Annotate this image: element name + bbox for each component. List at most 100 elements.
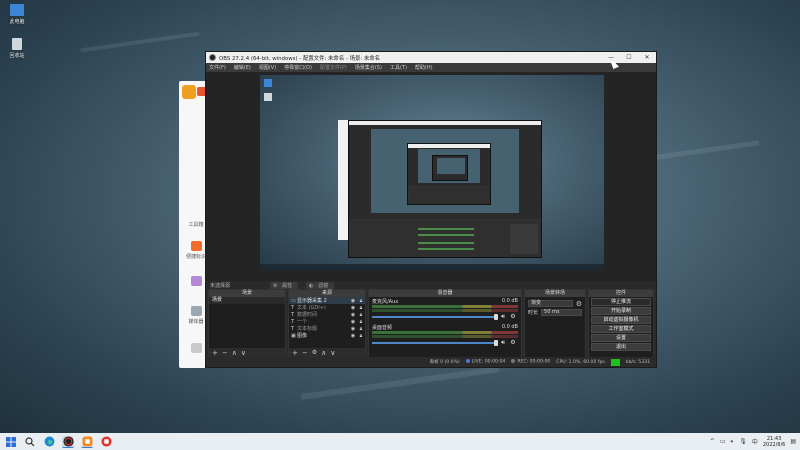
no-source-selected-label: 未选择源: [210, 282, 231, 289]
remove-scene-button[interactable]: −: [222, 349, 228, 357]
rec-indicator-icon: [511, 359, 516, 364]
gear-icon[interactable]: ⚙: [508, 313, 518, 320]
live-time-status: LIVE: 00:00:04: [471, 359, 506, 365]
menu-scene-collection[interactable]: 场景集合(S): [355, 64, 382, 71]
settings-button[interactable]: 设置: [591, 334, 651, 342]
obs-icon[interactable]: [62, 435, 74, 448]
minimize-button[interactable]: —: [602, 54, 620, 61]
desktop-icon-recycle-bin[interactable]: 回收站: [4, 38, 30, 59]
menu-tools[interactable]: 工具(T): [390, 64, 407, 71]
mixer-dock: 混音器 麦克风/Aux 0.0 dB 🔊︎ ⚙ 桌面音频 0.0 dB 🔊︎ ⚙: [368, 289, 522, 358]
obs-titlebar[interactable]: OBS 27.2.4 (64-bit, windows) - 配置文件: 未命名…: [206, 52, 656, 63]
volume-slider-knob[interactable]: [494, 339, 498, 346]
network-icon[interactable]: ▭: [720, 438, 726, 445]
notifications-icon[interactable]: ▤: [790, 438, 796, 445]
app-orange-icon[interactable]: [81, 436, 93, 448]
obs-window[interactable]: OBS 27.2.4 (64-bit, windows) - 配置文件: 未命名…: [205, 51, 657, 368]
exit-button[interactable]: 退出: [591, 343, 651, 351]
lock-icon[interactable]: 🔒︎: [357, 326, 365, 332]
visibility-eye-icon[interactable]: ◉: [349, 333, 357, 339]
remove-source-button[interactable]: −: [302, 349, 308, 357]
ime-indicator[interactable]: 中: [752, 437, 758, 446]
live-indicator-icon: [465, 359, 470, 364]
menu-view[interactable]: 视图(V): [259, 64, 276, 71]
photo-icon: [190, 276, 202, 286]
scene-down-button[interactable]: ∨: [241, 349, 246, 357]
source-name: 文本 (GDI+): [297, 305, 326, 311]
scene-item[interactable]: 场景: [209, 297, 285, 304]
volume-slider[interactable]: [372, 339, 498, 346]
source-settings-button[interactable]: ⚙: [312, 349, 317, 356]
menu-docks[interactable]: 停靠窗口(D): [284, 64, 312, 71]
start-icon[interactable]: [5, 436, 17, 448]
media-icon: [190, 306, 202, 316]
duration-input[interactable]: 50 ms: [541, 309, 582, 316]
speaker-icon[interactable]: 🔊︎: [498, 339, 508, 347]
add-scene-button[interactable]: +: [212, 349, 218, 357]
close-button[interactable]: ✕: [638, 54, 656, 61]
tray-overflow-chevron-icon[interactable]: ^: [710, 438, 715, 445]
filters-button[interactable]: ◐ 滤镜: [306, 281, 335, 289]
search-icon[interactable]: [24, 436, 36, 448]
transition-type-select[interactable]: 渐变: [528, 300, 573, 307]
channel-db: 0.0 dB: [501, 298, 518, 304]
transition-settings-gear-icon[interactable]: ⚙: [576, 300, 582, 308]
stop-streaming-button[interactable]: 停止推流: [591, 298, 651, 306]
visibility-eye-icon[interactable]: ◉: [349, 319, 357, 325]
docks-row: 场景 场景 + − ∧ ∨ 来源 ▭ 显示器采集 2 ◉ 🔒︎ T 文本 (GDI+) ◉…: [206, 289, 656, 358]
source-item[interactable]: T 数据时间 ◉ 🔒︎: [289, 311, 365, 319]
transitions-dock-title: 场景转场: [525, 290, 585, 297]
source-down-button[interactable]: ∨: [330, 349, 335, 357]
duration-label: 时长: [528, 310, 539, 316]
properties-button[interactable]: ⚙ 属性: [270, 281, 299, 289]
add-source-button[interactable]: +: [292, 349, 298, 357]
lock-icon[interactable]: 🔒︎: [357, 312, 365, 318]
volume-icon[interactable]: 🔈︎: [731, 438, 735, 446]
visibility-eye-icon[interactable]: ◉: [349, 305, 357, 311]
recycle-bin-icon: [12, 38, 22, 50]
start-virtual-camera-button[interactable]: 启动虚拟摄像机: [591, 316, 651, 324]
studio-mode-button[interactable]: 工作室模式: [591, 325, 651, 333]
volume-slider[interactable]: [372, 313, 498, 320]
desktop-icon-this-pc[interactable]: 此电脑: [4, 4, 30, 25]
source-item[interactable]: ▣ 图像 ◉ 🔒︎: [289, 332, 365, 340]
preview-canvas[interactable]: [260, 75, 604, 270]
app-red-icon[interactable]: [100, 436, 112, 448]
desktop-icon-label: 回收站: [9, 53, 25, 59]
transitions-dock: 场景转场 渐变 ⚙ 时长 50 ms: [524, 289, 586, 358]
source-name: 数据时间: [297, 312, 318, 318]
lock-icon[interactable]: 🔒︎: [357, 319, 365, 325]
start-recording-button[interactable]: 开始录制: [591, 307, 651, 315]
source-item[interactable]: ▭ 显示器采集 2 ◉ 🔒︎: [289, 297, 365, 304]
scene-up-button[interactable]: ∧: [232, 349, 237, 357]
source-item[interactable]: T 一个 ◉ 🔒︎: [289, 318, 365, 326]
menu-edit[interactable]: 编辑(E): [234, 64, 251, 71]
visibility-eye-icon[interactable]: ◉: [349, 312, 357, 318]
menu-file[interactable]: 文件(F): [209, 64, 226, 71]
menu-profile[interactable]: 配置文件(P): [320, 64, 347, 71]
menu-help[interactable]: 帮助(H): [415, 64, 433, 71]
mixer-channel-desktop: 桌面音频 0.0 dB 🔊︎ ⚙: [369, 323, 521, 347]
microphone-icon[interactable]: 🎙︎: [739, 438, 747, 445]
lock-icon[interactable]: 🔒︎: [357, 305, 365, 311]
source-item[interactable]: T 文本标题 ◉ 🔒︎: [289, 325, 365, 333]
clock[interactable]: 21:43 2022/8/6: [763, 436, 785, 448]
source-up-button[interactable]: ∧: [321, 349, 326, 357]
scenes-dock: 场景 场景 + − ∧ ∨: [208, 289, 286, 358]
lock-icon[interactable]: 🔒︎: [357, 333, 365, 339]
volume-slider-knob[interactable]: [494, 313, 498, 320]
visibility-eye-icon[interactable]: ◉: [349, 326, 357, 332]
lock-icon[interactable]: 🔒︎: [357, 298, 365, 304]
filters-button-label: 滤镜: [315, 282, 332, 289]
edge-icon[interactable]: [43, 436, 55, 448]
gear-icon[interactable]: ⚙: [508, 339, 518, 346]
source-name: 显示器采集 2: [297, 298, 327, 304]
channel-db: 0.0 dB: [501, 324, 518, 330]
audio-meter: [372, 335, 518, 338]
preview-desktop-icon: [264, 79, 272, 87]
maximize-button[interactable]: ☐: [620, 54, 638, 61]
visibility-eye-icon[interactable]: ◉: [349, 298, 357, 304]
speaker-icon[interactable]: 🔊︎: [498, 313, 508, 321]
source-item[interactable]: T 文本 (GDI+) ◉ 🔒︎: [289, 304, 365, 312]
source-name: 图像: [297, 333, 308, 339]
